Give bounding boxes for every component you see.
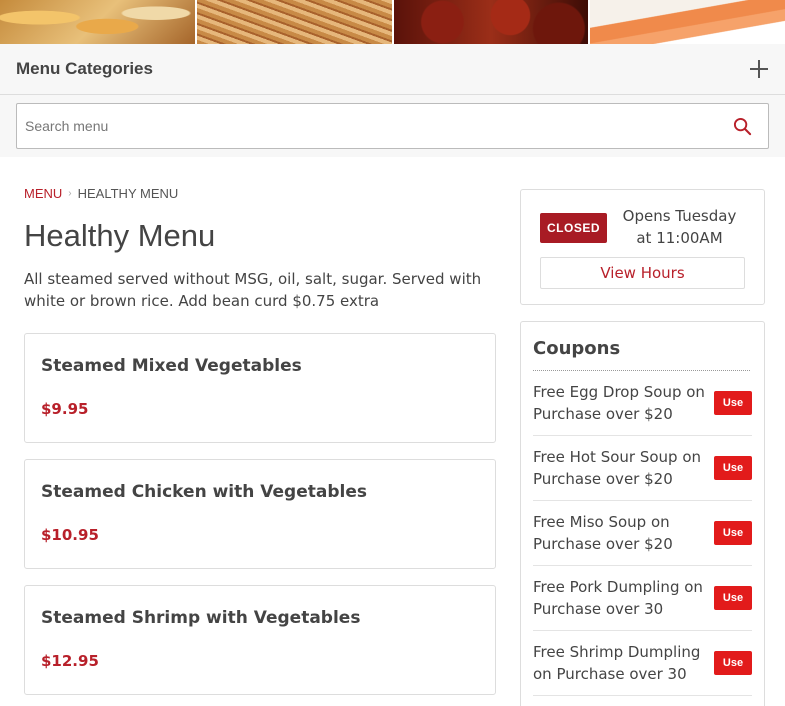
chevron-right-icon: ›: [68, 188, 72, 199]
coupon-description: Free Egg Drop Soup on Purchase over $20: [533, 383, 705, 423]
hero-image-tempura: [0, 0, 195, 44]
opening-day: Opens Tuesday: [622, 207, 737, 225]
hero-image-noodles: [194, 0, 392, 44]
coupon-item: Free Miso Soup on Purchase over $20 Use: [533, 501, 752, 566]
menu-item-price: $9.95: [41, 400, 89, 418]
menu-categories-bar[interactable]: Menu Categories: [0, 44, 785, 95]
use-coupon-button[interactable]: Use: [714, 456, 752, 480]
search-icon: [733, 117, 751, 135]
plus-icon[interactable]: [749, 59, 769, 79]
coupon-item: Free Pork Dumpling on Purchase over 30 U…: [533, 566, 752, 631]
coupon-item: Free Egg Drop Soup on Purchase over $20 …: [533, 371, 752, 436]
hero-image-strip: [0, 0, 785, 44]
coupon-description: Free Miso Soup on Purchase over $20: [533, 513, 673, 553]
menu-item-name: Steamed Mixed Vegetables: [41, 356, 302, 376]
use-coupon-button[interactable]: Use: [714, 391, 752, 415]
coupon-item: Free Hot Sour Soup on Purchase over $20 …: [533, 436, 752, 501]
menu-item-card[interactable]: Steamed Mixed Vegetables $9.95: [24, 333, 496, 443]
page-title: Healthy Menu: [24, 218, 216, 253]
menu-item-card[interactable]: Steamed Chicken with Vegetables $10.95: [24, 459, 496, 569]
menu-item-card[interactable]: Steamed Shrimp with Vegetables $12.95: [24, 585, 496, 695]
search-button[interactable]: [716, 104, 768, 148]
coupon-description: Free Shrimp Dumpling on Purchase over 30: [533, 643, 701, 683]
search-input[interactable]: [17, 104, 716, 148]
use-coupon-button[interactable]: Use: [714, 521, 752, 545]
hours-card: CLOSED Opens Tuesday at 11:00AM View Hou…: [520, 189, 765, 305]
coupons-title: Coupons: [533, 338, 621, 359]
coupon-list: Free Egg Drop Soup on Purchase over $20 …: [533, 371, 752, 696]
coupon-description: Free Pork Dumpling on Purchase over 30: [533, 578, 703, 618]
status-badge: CLOSED: [540, 213, 607, 243]
use-coupon-button[interactable]: Use: [714, 586, 752, 610]
search-box: [16, 103, 769, 149]
menu-item-name: Steamed Chicken with Vegetables: [41, 482, 367, 502]
breadcrumb: MENU › HEALTHY MENU: [24, 186, 178, 201]
search-bar: [0, 95, 785, 157]
view-hours-button[interactable]: View Hours: [540, 257, 745, 289]
menu-categories-label: Menu Categories: [16, 59, 153, 78]
menu-item-name: Steamed Shrimp with Vegetables: [41, 608, 361, 628]
breadcrumb-menu-link[interactable]: MENU: [24, 186, 62, 201]
hero-image-chicken: [391, 0, 589, 44]
use-coupon-button[interactable]: Use: [714, 651, 752, 675]
coupon-description: Free Hot Sour Soup on Purchase over $20: [533, 448, 702, 488]
breadcrumb-current: HEALTHY MENU: [77, 186, 179, 201]
section-description: All steamed served without MSG, oil, sal…: [24, 270, 482, 310]
menu-item-price: $10.95: [41, 526, 99, 544]
menu-item-price: $12.95: [41, 652, 99, 670]
opening-hour: at 11:00AM: [636, 229, 723, 247]
coupons-card: Coupons Free Egg Drop Soup on Purchase o…: [520, 321, 765, 706]
hero-image-sushi: [588, 0, 785, 44]
opening-time: Opens Tuesday at 11:00AM: [617, 205, 742, 249]
coupon-item: Free Shrimp Dumpling on Purchase over 30…: [533, 631, 752, 696]
